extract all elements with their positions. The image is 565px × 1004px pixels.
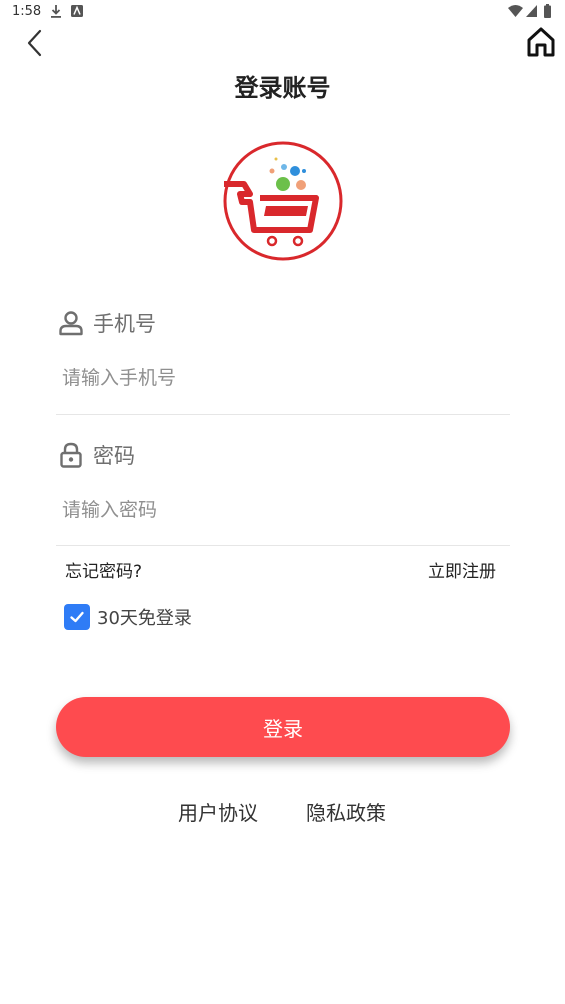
app-notification-icon	[71, 5, 83, 17]
download-icon	[51, 5, 61, 18]
phone-input[interactable]	[60, 358, 508, 398]
status-bar: 1:58	[0, 0, 565, 24]
lock-icon	[60, 442, 82, 468]
battery-icon	[544, 4, 551, 18]
forgot-password-link[interactable]: 忘记密码?	[65, 557, 142, 582]
signal-icon	[526, 5, 537, 17]
user-icon	[59, 311, 83, 336]
password-input[interactable]	[60, 490, 508, 530]
back-button[interactable]	[20, 26, 50, 60]
home-button[interactable]	[524, 26, 558, 58]
wifi-icon	[508, 5, 523, 17]
page-title: 登录账号	[234, 74, 331, 102]
phone-label-row: 手机号	[58, 308, 156, 338]
privacy-policy-link[interactable]: 隐私政策	[306, 797, 386, 826]
shopping-cart-logo	[223, 141, 343, 261]
register-link[interactable]: 立即注册	[428, 557, 496, 582]
remember-label: 30天免登录	[97, 608, 192, 629]
app-logo	[222, 140, 344, 262]
phone-label: 手机号	[93, 312, 156, 336]
home-icon	[527, 27, 555, 57]
password-divider	[56, 545, 510, 546]
status-time: 1:58	[12, 4, 42, 19]
remember-checkbox[interactable]	[64, 604, 90, 630]
check-icon	[70, 611, 84, 623]
login-button[interactable]: 登录	[56, 697, 510, 757]
password-label: 密码	[93, 444, 135, 468]
password-label-row: 密码	[58, 440, 135, 470]
remember-login-toggle[interactable]: 30天免登录	[64, 604, 192, 630]
chevron-left-icon	[27, 29, 42, 57]
user-agreement-link[interactable]: 用户协议	[178, 797, 258, 826]
phone-divider	[56, 414, 510, 415]
